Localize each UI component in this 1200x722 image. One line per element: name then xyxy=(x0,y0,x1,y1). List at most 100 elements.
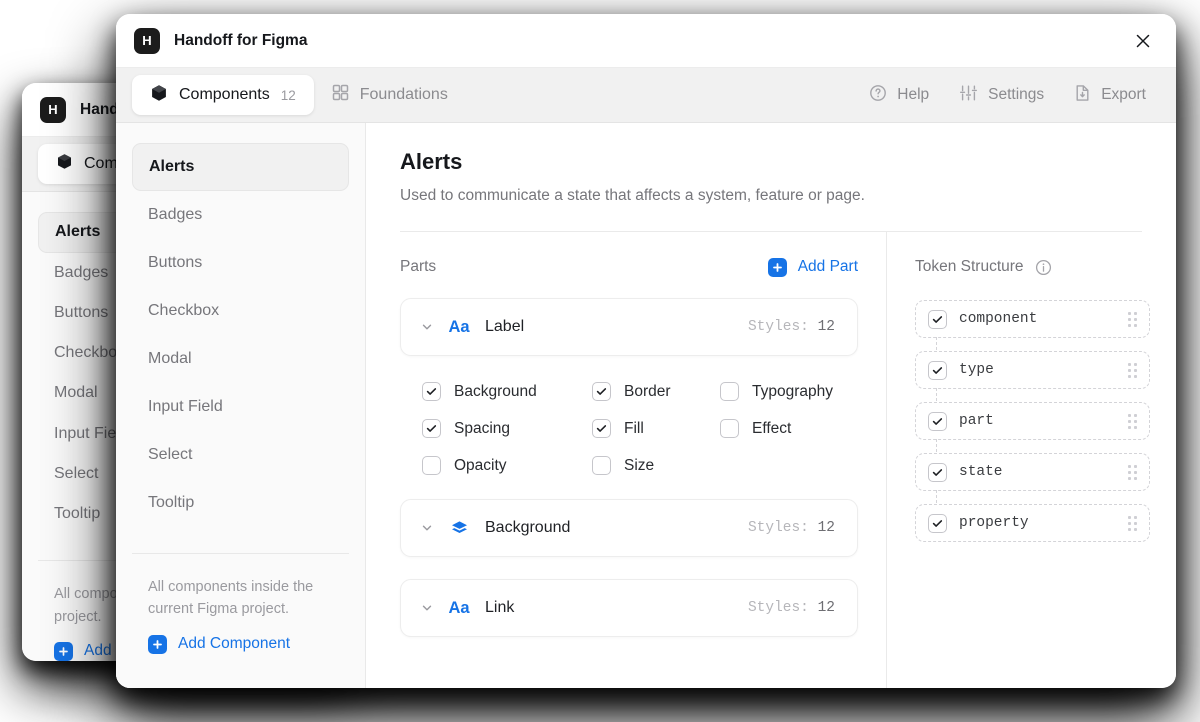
add-component-button[interactable]: Add Component xyxy=(148,635,333,654)
sidebar-item-badges[interactable]: Badges xyxy=(132,191,349,239)
tab-components[interactable]: Components 12 xyxy=(132,75,314,115)
part-styles-count: Styles: 12 xyxy=(748,600,835,616)
checkbox-box xyxy=(592,456,611,475)
plus-icon xyxy=(54,642,73,661)
cube-icon xyxy=(150,84,168,107)
checkbox-opacity[interactable]: Opacity xyxy=(422,456,592,475)
grid-spacer xyxy=(720,456,858,475)
add-part-button[interactable]: Add Part xyxy=(768,258,858,277)
part-styles-count: Styles: 12 xyxy=(748,319,835,335)
sidebar-item-checkbox[interactable]: Checkbox xyxy=(132,287,349,335)
part-name: Link xyxy=(485,599,514,617)
sidebar-item-input-field[interactable]: Input Field xyxy=(132,383,349,431)
sidebar-item-label: Input Field xyxy=(148,398,223,416)
window-titlebar: H Handoff for Figma xyxy=(116,14,1176,68)
sidebar-item-label: Checkbox xyxy=(148,302,219,320)
checkbox-box xyxy=(720,419,739,438)
chevron-down-icon[interactable] xyxy=(419,321,435,333)
add-part-label: Add Part xyxy=(798,258,858,276)
file-download-icon xyxy=(1074,84,1091,107)
export-label: Export xyxy=(1101,86,1146,104)
token-row-component[interactable]: component xyxy=(915,300,1150,338)
checkbox-size[interactable]: Size xyxy=(592,456,720,475)
token-name: part xyxy=(959,413,994,429)
token-row-part[interactable]: part xyxy=(915,402,1150,440)
layers-icon xyxy=(447,519,471,538)
toolbar: Help Settings Export xyxy=(869,84,1160,107)
drag-handle-icon[interactable] xyxy=(1128,516,1137,531)
checkbox-box xyxy=(422,419,441,438)
checkbox-spacing[interactable]: Spacing xyxy=(422,419,592,438)
checkbox-box[interactable] xyxy=(928,412,947,431)
checkbox-box xyxy=(422,456,441,475)
checkbox-box xyxy=(720,382,739,401)
label-properties-grid: Background Border Typography xyxy=(400,356,858,485)
checkbox-box[interactable] xyxy=(928,514,947,533)
drag-handle-icon[interactable] xyxy=(1128,363,1137,378)
window-title: Handoff for Figma xyxy=(174,32,307,50)
sidebar-item-tooltip[interactable]: Tooltip xyxy=(132,479,349,527)
checkbox-box[interactable] xyxy=(928,361,947,380)
part-row-background[interactable]: Background Styles: 12 xyxy=(400,499,858,557)
sidebar-item-select[interactable]: Select xyxy=(132,431,349,479)
chevron-down-icon[interactable] xyxy=(419,602,435,614)
help-label: Help xyxy=(897,86,929,104)
token-row-state[interactable]: state xyxy=(915,453,1150,491)
checkbox-label: Background xyxy=(454,383,537,401)
info-circle-icon[interactable] xyxy=(1035,259,1052,276)
checkbox-label: Opacity xyxy=(454,457,507,475)
plus-icon xyxy=(148,635,167,654)
app-logo: H xyxy=(134,28,160,54)
parts-label: Parts xyxy=(400,258,436,276)
sidebar-item-modal[interactable]: Modal xyxy=(132,335,349,383)
token-name: property xyxy=(959,515,1029,531)
checkbox-border[interactable]: Border xyxy=(592,382,720,401)
drag-handle-icon[interactable] xyxy=(1128,414,1137,429)
export-button[interactable]: Export xyxy=(1074,84,1146,107)
checkbox-box[interactable] xyxy=(928,310,947,329)
app-logo: H xyxy=(40,97,66,123)
sidebar-item-label: Buttons xyxy=(148,254,202,272)
sidebar-item-label: Select xyxy=(148,446,192,464)
checkbox-background[interactable]: Background xyxy=(422,382,592,401)
question-circle-icon xyxy=(869,84,887,107)
sidebar-footer: All components inside the current Figma … xyxy=(132,554,349,654)
drag-handle-icon[interactable] xyxy=(1128,465,1137,480)
window-body: Alerts Badges Buttons Checkbox Modal Inp… xyxy=(116,123,1176,688)
part-row-label[interactable]: Aa Label Styles: 12 xyxy=(400,298,858,356)
checkbox-fill[interactable]: Fill xyxy=(592,419,720,438)
chevron-down-icon[interactable] xyxy=(419,522,435,534)
token-row-type[interactable]: type xyxy=(915,351,1150,389)
parts-header: Parts Add Part xyxy=(400,250,858,284)
sidebar-item-buttons[interactable]: Buttons xyxy=(132,239,349,287)
token-name: component xyxy=(959,311,1037,327)
token-row-property[interactable]: property xyxy=(915,504,1150,542)
tab-label: Components xyxy=(179,86,270,104)
settings-button[interactable]: Settings xyxy=(959,84,1044,107)
part-row-link[interactable]: Aa Link Styles: 12 xyxy=(400,579,858,637)
sidebar-item-label: Alerts xyxy=(149,158,194,176)
drag-handle-icon[interactable] xyxy=(1128,312,1137,327)
checkbox-box[interactable] xyxy=(928,463,947,482)
sidebar-item-label: Select xyxy=(54,465,98,483)
token-name: type xyxy=(959,362,994,378)
tab-foundations[interactable]: Foundations xyxy=(314,75,466,115)
part-name: Background xyxy=(485,519,570,537)
sidebar-item-alerts[interactable]: Alerts xyxy=(132,143,349,191)
token-rows: component type part xyxy=(915,300,1150,542)
checkbox-box xyxy=(422,382,441,401)
checkbox-box xyxy=(592,382,611,401)
sidebar-item-label: Badges xyxy=(148,206,202,224)
content-panes: Parts Add Part xyxy=(366,232,1176,688)
part-name: Label xyxy=(485,318,524,336)
checkbox-effect[interactable]: Effect xyxy=(720,419,858,438)
help-button[interactable]: Help xyxy=(869,84,929,107)
sidebar-item-label: Modal xyxy=(148,350,192,368)
checkbox-typography[interactable]: Typography xyxy=(720,382,858,401)
close-icon[interactable] xyxy=(1128,26,1158,56)
checkbox-label: Border xyxy=(624,383,671,401)
app-canvas: H Handoff for Figma Components Alerts Ba… xyxy=(0,0,1200,722)
plus-icon xyxy=(768,258,787,277)
main-content: Alerts Used to communicate a state that … xyxy=(366,123,1176,688)
token-structure-pane: Token Structure component xyxy=(886,232,1176,688)
